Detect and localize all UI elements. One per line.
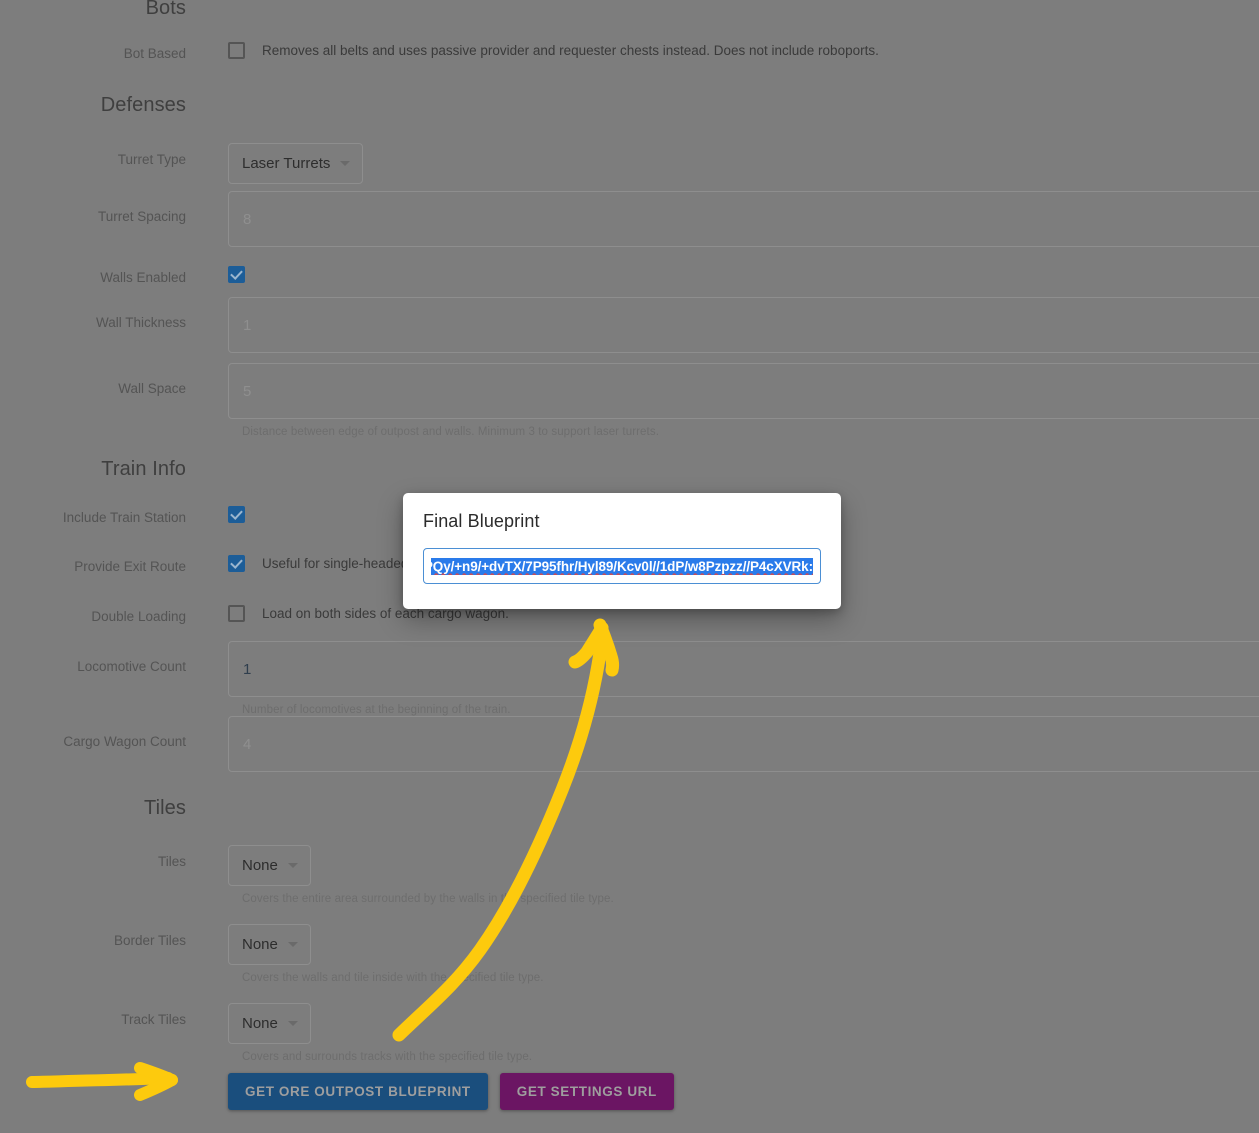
field-row-turret-spacing: Turret Spacing 8 xyxy=(0,191,1259,247)
input-cargo-wagon-count-placeholder: 4 xyxy=(243,735,252,753)
label-turret-type: Turret Type xyxy=(117,152,186,167)
field-track-tiles: None Covers and surrounds tracks with th… xyxy=(186,1003,1259,1063)
label-cargo-wagon-count: Cargo Wagon Count xyxy=(63,734,186,749)
blueprint-string-input[interactable]: :PQy/+n9/+dvTX/7P95fhr/Hyl89/Kcv0l//1dP/… xyxy=(423,548,821,584)
field-turret-type: Laser Turrets xyxy=(186,143,1259,184)
select-border-tiles-value: None xyxy=(242,936,278,953)
field-row-bot-based: Bot Based Removes all belts and uses pas… xyxy=(0,42,1259,62)
label-provide-exit-route: Provide Exit Route xyxy=(74,559,186,574)
get-ore-outpost-blueprint-button[interactable]: GET ORE OUTPOST BLUEPRINT xyxy=(228,1073,488,1110)
input-locomotive-count-value: 1 xyxy=(243,660,252,678)
app-page: Bots Bot Based Removes all belts and use… xyxy=(0,0,1259,1133)
dialog-title: Final Blueprint xyxy=(423,511,540,531)
get-settings-url-button[interactable]: GET SETTINGS URL xyxy=(499,1073,674,1110)
input-locomotive-count[interactable]: 1 xyxy=(228,641,1259,697)
field-row-walls-enabled: Walls Enabled xyxy=(0,266,1259,286)
select-tiles-value: None xyxy=(242,857,278,874)
label-turret-spacing: Turret Spacing xyxy=(97,209,186,224)
select-track-tiles-value: None xyxy=(242,1015,278,1032)
field-row-tiles: Tiles None Covers the entire area surrou… xyxy=(0,845,1259,905)
hint-track-tiles: Covers and surrounds tracks with the spe… xyxy=(242,1051,533,1063)
action-buttons: GET ORE OUTPOST BLUEPRINT GET SETTINGS U… xyxy=(186,1073,1259,1110)
label-locomotive-count: Locomotive Count xyxy=(77,659,186,674)
field-wall-thickness: 1 xyxy=(186,297,1259,353)
input-wall-space[interactable]: 5 xyxy=(228,363,1259,419)
input-wall-thickness-placeholder: 1 xyxy=(243,316,252,334)
field-row-track-tiles: Track Tiles None Covers and surrounds tr… xyxy=(0,1003,1259,1063)
chevron-down-icon xyxy=(287,1021,298,1026)
field-bot-based: Removes all belts and uses passive provi… xyxy=(186,42,1259,59)
hint-locomotive-count: Number of locomotives at the beginning o… xyxy=(242,704,511,716)
input-turret-spacing[interactable]: 8 xyxy=(228,191,1259,247)
field-cargo-wagon-count: 4 xyxy=(186,716,1259,772)
select-track-tiles[interactable]: None xyxy=(228,1003,311,1044)
label-include-train-station: Include Train Station xyxy=(62,510,186,525)
section-heading-bots: Bots xyxy=(145,0,186,19)
label-wall-space: Wall Space xyxy=(118,381,186,396)
hint-wall-space: Distance between edge of outpost and wal… xyxy=(242,426,659,438)
hint-tiles: Covers the entire area surrounded by the… xyxy=(242,893,614,905)
select-tiles[interactable]: None xyxy=(228,845,311,886)
action-row-spacer xyxy=(0,1073,186,1077)
label-wall-thickness: Wall Thickness xyxy=(95,315,186,330)
checkbox-include-train-station[interactable] xyxy=(228,506,245,524)
input-cargo-wagon-count[interactable]: 4 xyxy=(228,716,1259,772)
label-tiles: Tiles xyxy=(157,854,186,869)
checkbox-double-loading[interactable] xyxy=(228,605,245,622)
checkbox-walls-enabled[interactable] xyxy=(228,266,245,284)
hint-border-tiles: Covers the walls and tile inside with th… xyxy=(242,972,544,984)
bot-based-description: Removes all belts and uses passive provi… xyxy=(262,43,879,58)
action-button-row: GET ORE OUTPOST BLUEPRINT GET SETTINGS U… xyxy=(0,1073,1259,1110)
field-turret-spacing: 8 xyxy=(186,191,1259,247)
field-row-turret-type: Turret Type Laser Turrets xyxy=(0,143,1259,184)
label-double-loading: Double Loading xyxy=(91,609,186,624)
label-border-tiles: Border Tiles xyxy=(113,933,186,948)
field-wall-space: 5 Distance between edge of outpost and w… xyxy=(186,363,1259,438)
section-heading-train-info: Train Info xyxy=(101,458,186,480)
blueprint-string-value: :PQy/+n9/+dvTX/7P95fhr/Hyl89/Kcv0l//1dP/… xyxy=(431,557,813,575)
label-bot-based: Bot Based xyxy=(123,46,186,61)
input-wall-thickness[interactable]: 1 xyxy=(228,297,1259,353)
field-row-wall-space: Wall Space 5 Distance between edge of ou… xyxy=(0,363,1259,438)
field-tiles: None Covers the entire area surrounded b… xyxy=(186,845,1259,905)
field-border-tiles: None Covers the walls and tile inside wi… xyxy=(186,924,1259,984)
label-track-tiles: Track Tiles xyxy=(121,1012,186,1027)
select-border-tiles[interactable]: None xyxy=(228,924,311,965)
field-walls-enabled xyxy=(186,266,1259,284)
section-heading-tiles: Tiles xyxy=(144,797,186,819)
chevron-down-icon xyxy=(340,161,351,166)
label-walls-enabled: Walls Enabled xyxy=(100,270,186,285)
field-row-cargo-wagon-count: Cargo Wagon Count 4 xyxy=(0,716,1259,772)
select-turret-type-value: Laser Turrets xyxy=(242,155,331,172)
chevron-down-icon xyxy=(287,863,298,868)
input-turret-spacing-placeholder: 8 xyxy=(243,210,252,228)
field-row-locomotive-count: Locomotive Count 1 Number of locomotives… xyxy=(0,641,1259,716)
chevron-down-icon xyxy=(287,942,298,947)
checkbox-provide-exit-route[interactable] xyxy=(228,555,245,572)
field-row-border-tiles: Border Tiles None Covers the walls and t… xyxy=(0,924,1259,984)
select-turret-type[interactable]: Laser Turrets xyxy=(228,143,364,184)
field-locomotive-count: 1 Number of locomotives at the beginning… xyxy=(186,641,1259,716)
final-blueprint-dialog: Final Blueprint :PQy/+n9/+dvTX/7P95fhr/H… xyxy=(403,493,841,609)
checkbox-bot-based[interactable] xyxy=(228,42,245,59)
input-wall-space-placeholder: 5 xyxy=(243,382,252,400)
section-heading-defenses: Defenses xyxy=(100,94,186,116)
field-row-wall-thickness: Wall Thickness 1 xyxy=(0,297,1259,353)
